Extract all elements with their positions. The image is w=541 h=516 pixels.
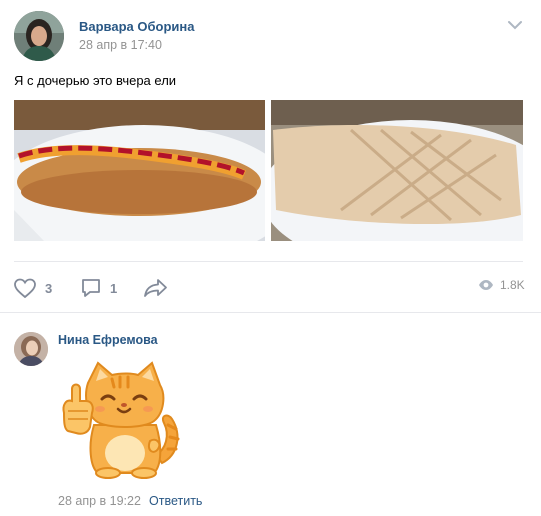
share-button[interactable]: [143, 276, 169, 300]
shawarma-photo[interactable]: [271, 100, 523, 241]
heart-icon: [14, 278, 36, 299]
comment-button[interactable]: 1: [80, 276, 117, 300]
like-button[interactable]: 3: [13, 276, 52, 300]
author-name[interactable]: Варвара Оборина: [79, 19, 195, 34]
wall-post: Варвара Оборина 28 апр в 17:40 Я с дочер…: [0, 0, 541, 312]
eye-icon: [479, 280, 493, 290]
commenter-name[interactable]: Нина Ефремова: [58, 333, 158, 347]
views-count: 1.8K: [500, 278, 525, 292]
comment-count: 1: [110, 280, 118, 296]
post-text: Я с дочерью это вчера ели: [14, 73, 177, 88]
comment-icon: [82, 279, 100, 297]
post-date[interactable]: 28 апр в 17:40: [79, 38, 162, 52]
comments-divider: [0, 312, 541, 313]
reply-link[interactable]: Ответить: [149, 494, 202, 508]
commenter-avatar[interactable]: [14, 332, 48, 366]
chevron-down-icon[interactable]: [505, 18, 525, 32]
cat-thumbs-up-sticker[interactable]: [58, 355, 186, 483]
author-avatar[interactable]: [14, 11, 64, 61]
like-count: 3: [45, 280, 53, 296]
actions-divider: [14, 261, 523, 262]
views-counter: 1.8K: [478, 278, 525, 292]
comment-date[interactable]: 28 апр в 19:22: [58, 494, 141, 508]
share-icon: [144, 279, 167, 297]
hot-dog-photo[interactable]: [14, 100, 265, 241]
